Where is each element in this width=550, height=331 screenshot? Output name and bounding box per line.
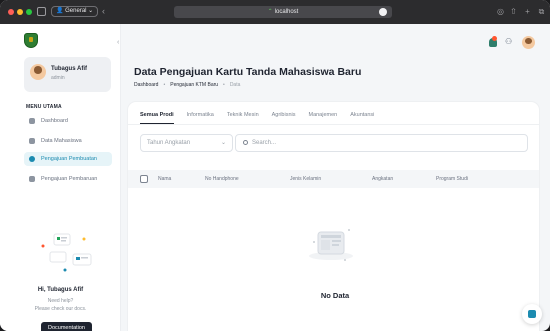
column-no-handphone[interactable]: No Handphone: [205, 176, 239, 182]
search-placeholder: Search...: [252, 140, 277, 146]
breadcrumb-separator: •: [163, 82, 166, 88]
close-window-button[interactable]: [8, 9, 14, 15]
dashboard-icon: [29, 118, 35, 124]
sidebar-item-label: Pengajuan Pembaruan: [41, 176, 98, 182]
user-role: admin: [51, 75, 65, 81]
sidebar-item-dashboard[interactable]: Dashboard: [24, 114, 112, 128]
sidebar-item-data-mahasiswa[interactable]: Data Mahasiswa: [24, 134, 112, 148]
prodi-tabs: Semua Prodi Informatika Teknik Mesin Agr…: [140, 110, 374, 124]
select-placeholder: Tahun Angkatan: [147, 140, 191, 146]
breadcrumb: Dashboard • Pengajuan KTM Baru • Data: [134, 82, 240, 88]
empty-state-illustration: [309, 229, 353, 261]
search-input[interactable]: Search...: [235, 134, 528, 152]
sidebar-item-label: Data Mahasiswa: [41, 138, 82, 144]
column-nama[interactable]: Nama: [158, 176, 171, 182]
header-avatar[interactable]: [522, 36, 535, 49]
tab-agribisnis[interactable]: Agribisnis: [272, 110, 296, 124]
chevron-down-icon: ⌄: [220, 140, 226, 146]
zoom-window-button[interactable]: [26, 9, 32, 15]
select-all-checkbox[interactable]: [140, 175, 148, 183]
help-subtext: Please check our docs.: [34, 306, 87, 312]
breadcrumb-current: Data: [229, 82, 241, 88]
column-program-studi[interactable]: Program Studi: [436, 176, 468, 182]
breadcrumb-dashboard[interactable]: Dashboard: [134, 82, 158, 88]
shield-icon[interactable]: ◎: [496, 7, 505, 16]
student-icon: [29, 138, 35, 144]
contacts-icon[interactable]: ⚇: [505, 38, 513, 46]
collapse-sidebar-icon[interactable]: ‹: [117, 39, 119, 46]
reload-icon[interactable]: [379, 8, 387, 16]
help-greeting: Hi, Tubagus Afif: [37, 287, 84, 293]
minimize-window-button[interactable]: [17, 9, 23, 15]
column-jenis-kelamin[interactable]: Jenis Kelamin: [290, 176, 321, 182]
browser-profile-label: General: [65, 8, 87, 14]
share-icon[interactable]: ⇧: [509, 7, 518, 16]
avatar: [30, 64, 46, 80]
new-tab-icon[interactable]: +: [523, 7, 532, 16]
university-logo[interactable]: [24, 33, 38, 48]
angkatan-select[interactable]: Tahun Angkatan ⌄: [140, 134, 233, 152]
sidebar-item-pengajuan-pembaruan[interactable]: Pengajuan Pembaruan: [24, 172, 112, 186]
browser-profile-button[interactable]: 👤 General ⌄: [51, 6, 99, 17]
sidebar-item-label: Dashboard: [41, 118, 68, 124]
renewal-icon: [29, 176, 35, 182]
empty-state-text: No Data: [320, 291, 350, 300]
card-request-icon: [29, 156, 35, 162]
notification-badge: [492, 36, 497, 41]
back-icon[interactable]: ‹: [102, 6, 105, 16]
app-window: 👤 General ⌄ ‹ ⌃ localhost ◎ ⇧ + ⧉ ‹ Tubag…: [0, 0, 550, 331]
sidebar-toggle-icon[interactable]: [37, 7, 46, 16]
settings-fab[interactable]: [522, 304, 542, 324]
breadcrumb-ktm[interactable]: Pengajuan KTM Baru: [170, 82, 218, 88]
tab-akuntansi[interactable]: Akuntansi: [350, 110, 374, 124]
help-illustration: [41, 233, 92, 272]
settings-icon: [528, 310, 536, 318]
page-title: Data Pengajuan Kartu Tanda Mahasiswa Bar…: [134, 66, 362, 78]
browser-toolbar: 👤 General ⌄ ‹ ⌃ localhost ◎ ⇧ + ⧉: [0, 0, 550, 24]
tab-manajemen[interactable]: Manajemen: [308, 110, 337, 124]
table-header: [128, 170, 539, 188]
tab-informatika[interactable]: Informatika: [187, 110, 214, 124]
documentation-button[interactable]: Documentation: [41, 322, 92, 331]
help-text: Need help?: [47, 298, 74, 304]
url-text: localhost: [274, 9, 299, 15]
menu-section-title: MENU UTAMA: [26, 104, 62, 110]
site-icon: ⌃: [267, 9, 273, 15]
column-angkatan[interactable]: Angkatan: [372, 176, 393, 182]
address-bar[interactable]: ⌃ localhost: [174, 6, 392, 18]
sidebar-item-pengajuan-pembuatan[interactable]: Pengajuan Pembuatan: [24, 152, 112, 166]
tab-teknik-mesin[interactable]: Teknik Mesin: [227, 110, 259, 124]
breadcrumb-separator: •: [223, 82, 225, 88]
sidebar-item-label: Pengajuan Pembuatan: [41, 156, 97, 162]
tabs-divider: [128, 124, 539, 125]
tab-semua-prodi[interactable]: Semua Prodi: [140, 110, 174, 124]
tabs-overview-icon[interactable]: ⧉: [537, 7, 546, 16]
user-name: Tubagus Afif: [51, 66, 87, 72]
search-icon: [243, 140, 248, 145]
